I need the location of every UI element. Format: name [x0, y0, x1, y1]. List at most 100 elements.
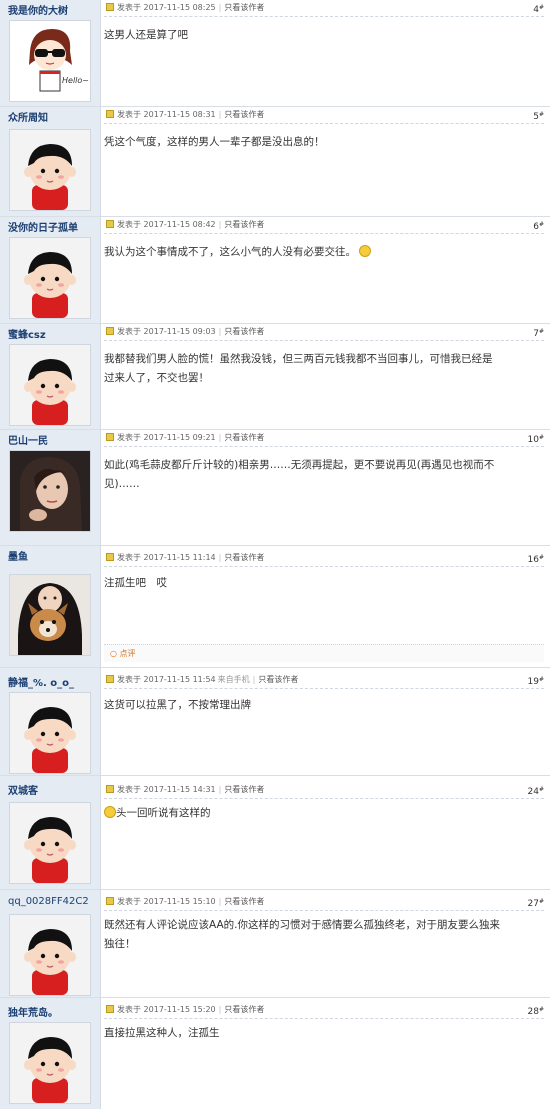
- only-author-link[interactable]: 只看该作者: [224, 1005, 264, 1014]
- post-time: 2017-11-15 08:42: [143, 220, 216, 229]
- author-sidebar: 没你的日子孤单: [0, 217, 101, 323]
- default-cartoon-icon[interactable]: [9, 344, 91, 426]
- post-icon: [106, 3, 114, 11]
- post-time: 2017-11-15 08:25: [143, 3, 216, 12]
- author-sidebar: 双城客: [0, 776, 101, 889]
- author-name[interactable]: 静福_%. o_o_: [8, 674, 74, 689]
- content-line: 我都替我们男人脸的慌！虽然我没钱，但三两百元钱我都不当回事儿，可惜我已经是: [104, 353, 493, 365]
- only-author-link[interactable]: 只看该作者: [224, 785, 264, 794]
- post-content: 既然还有人评论说应该AA的.你这样的习惯对于感情要么孤独终老，对于朋友要么独来 …: [104, 916, 542, 954]
- girl-with-dog-icon[interactable]: [9, 574, 91, 656]
- post-icon: [106, 785, 114, 793]
- only-author-link[interactable]: 只看该作者: [224, 327, 264, 336]
- post-time: 2017-11-15 14:31: [143, 785, 216, 794]
- content-line: 如此(鸡毛蒜皮都斤斤计较的)相亲男……无须再提起，更不要说再见(再遇见也视而不: [104, 459, 495, 471]
- comment-icon: ○: [110, 649, 117, 658]
- floor-number[interactable]: 28#: [528, 1002, 544, 1020]
- default-cartoon-icon[interactable]: [9, 237, 91, 319]
- only-author-link[interactable]: 只看该作者: [258, 675, 298, 684]
- post-floor-27: qq_0028FF42C2 发表于 2017-11-15 15:10 | 只看该作者…: [0, 890, 550, 998]
- post-floor-19: 静福_%. o_o_ 发表于 2017-11-15 11:54 来自手机 | 只看该作…: [0, 668, 550, 776]
- post-content: 直接拉黑这种人，注孤生: [104, 1027, 220, 1039]
- posted-label: 发表于: [117, 220, 141, 229]
- floor-number[interactable]: 24#: [528, 782, 544, 800]
- posted-label: 发表于: [117, 1005, 141, 1014]
- post-meta: 发表于 2017-11-15 11:14 | 只看该作者 16#: [104, 550, 544, 567]
- author-name[interactable]: 蜜蜂csz: [8, 326, 46, 341]
- only-author-link[interactable]: 只看该作者: [224, 110, 264, 119]
- post-floor-24: 双城客 发表于 2017-11-15 14:31 | 只看该作者 24# 头一回听说…: [0, 776, 550, 890]
- comment-button[interactable]: ○ 点评: [104, 644, 544, 662]
- floor-number[interactable]: 7#: [533, 324, 544, 342]
- content-line: 独往！: [104, 938, 136, 950]
- post-icon: [106, 897, 114, 905]
- post-icon: [106, 220, 114, 228]
- only-author-link[interactable]: 只看该作者: [224, 553, 264, 562]
- only-author-link[interactable]: 只看该作者: [224, 897, 264, 906]
- post-meta: 发表于 2017-11-15 14:31 | 只看该作者 24#: [104, 782, 544, 799]
- default-cartoon-icon[interactable]: [9, 802, 91, 884]
- default-cartoon-icon[interactable]: [9, 692, 91, 774]
- post-floor-7: 蜜蜂csz 发表于 2017-11-15 09:03 | 只看该作者 7# 我都替我…: [0, 324, 550, 430]
- post-content: 注孤生吧 哎: [104, 577, 167, 589]
- comment-label: 点评: [119, 649, 136, 658]
- post-content: 我认为这个事情成不了，这么小气的人没有必要交往。: [104, 243, 542, 262]
- post-time: 2017-11-15 09:03: [143, 327, 216, 336]
- author-name[interactable]: 没你的日子孤单: [8, 219, 78, 234]
- default-cartoon-icon[interactable]: [9, 1022, 91, 1104]
- only-author-link[interactable]: 只看该作者: [224, 3, 264, 12]
- posted-label: 发表于: [117, 897, 141, 906]
- post-icon: [106, 433, 114, 441]
- post-meta: 发表于 2017-11-15 08:31 | 只看该作者 5#: [104, 107, 544, 124]
- author-name[interactable]: 我是你的大树: [8, 2, 68, 17]
- post-meta: 发表于 2017-11-15 09:03 | 只看该作者 7#: [104, 324, 544, 341]
- post-meta: 发表于 2017-11-15 11:54 来自手机 | 只看该作者 19#: [104, 672, 544, 689]
- post-meta: 发表于 2017-11-15 15:10 | 只看该作者 27#: [104, 894, 544, 911]
- post-content: 这男人还是算了吧: [104, 29, 188, 41]
- posted-label: 发表于: [117, 785, 141, 794]
- author-name[interactable]: 巴山一民: [8, 432, 48, 447]
- floor-number[interactable]: 10#: [528, 430, 544, 448]
- author-sidebar: 众所周知: [0, 107, 101, 216]
- post-floor-6: 没你的日子孤单 发表于 2017-11-15 08:42 | 只看该作者 6# 我认…: [0, 217, 550, 324]
- post-time: 2017-11-15 15:20: [143, 1005, 216, 1014]
- posted-label: 发表于: [117, 553, 141, 562]
- post-floor-4: 我是你的大树 发表于 2017-11-15 08:25 | 只看该作者 4# 这男人…: [0, 0, 550, 107]
- sunglasses-girl-icon[interactable]: [9, 20, 91, 102]
- default-cartoon-icon[interactable]: [9, 914, 91, 996]
- posted-label: 发表于: [117, 675, 141, 684]
- only-author-link[interactable]: 只看该作者: [224, 220, 264, 229]
- grin-emoji-icon: [104, 806, 116, 818]
- post-icon: [106, 553, 114, 561]
- floor-number[interactable]: 6#: [533, 217, 544, 235]
- post-icon: [106, 675, 114, 683]
- author-name[interactable]: qq_0028FF42C2: [8, 896, 89, 907]
- floor-number[interactable]: 5#: [533, 107, 544, 125]
- author-name[interactable]: 独年荒岛。: [8, 1004, 58, 1019]
- post-icon: [106, 327, 114, 335]
- floor-number[interactable]: 4#: [533, 0, 544, 18]
- content-line: 既然还有人评论说应该AA的.你这样的习惯对于感情要么孤独终老，对于朋友要么独来: [104, 919, 500, 931]
- author-name[interactable]: 墨鱼: [8, 548, 28, 563]
- author-name[interactable]: 双城客: [8, 782, 38, 797]
- author-name[interactable]: 众所周知: [8, 109, 48, 124]
- floor-number[interactable]: 16#: [528, 550, 544, 568]
- author-sidebar: 静福_%. o_o_: [0, 668, 101, 775]
- post-meta: 发表于 2017-11-15 15:20 | 只看该作者 28#: [104, 1002, 544, 1019]
- only-author-link[interactable]: 只看该作者: [224, 433, 264, 442]
- floor-number[interactable]: 19#: [528, 672, 544, 690]
- post-floor-5: 众所周知 发表于 2017-11-15 08:31 | 只看该作者 5# 凭这个气度…: [0, 107, 550, 217]
- default-cartoon-icon[interactable]: [9, 129, 91, 211]
- author-sidebar: 独年荒岛。: [0, 998, 101, 1109]
- woman-photo-icon[interactable]: [9, 450, 91, 532]
- post-content: 这货可以拉黑了，不按常理出牌: [104, 699, 251, 711]
- post-content: 我都替我们男人脸的慌！虽然我没钱，但三两百元钱我都不当回事儿，可惜我已经是 过来…: [104, 350, 542, 388]
- posted-label: 发表于: [117, 433, 141, 442]
- posted-label: 发表于: [117, 327, 141, 336]
- content-line: 过来人了，不交也罢！: [104, 372, 209, 384]
- post-content: 头一回听说有这样的: [104, 804, 542, 823]
- floor-number[interactable]: 27#: [528, 894, 544, 912]
- post-floor-28: 独年荒岛。 发表于 2017-11-15 15:20 | 只看该作者 28# 直接拉…: [0, 998, 550, 1109]
- post-content: 凭这个气度，这样的男人一辈子都是没出息的！: [104, 136, 325, 148]
- grin-emoji-icon: [359, 245, 372, 257]
